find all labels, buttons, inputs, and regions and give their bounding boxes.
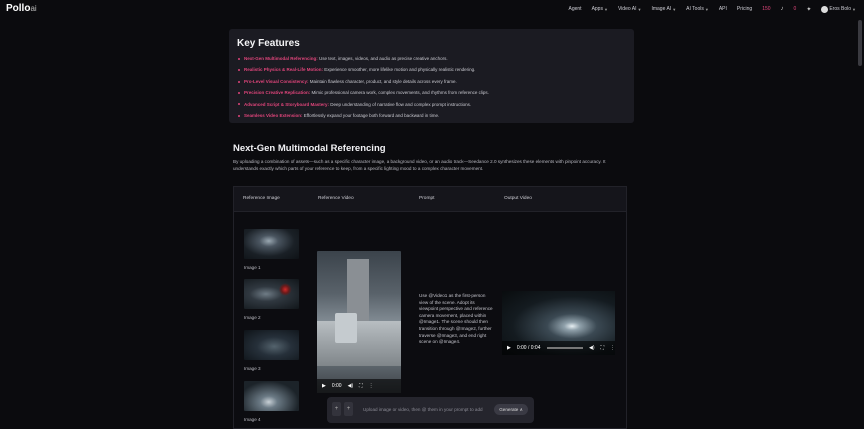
reference-video-player[interactable]: ▶ 0:00 ◀) ⛶ ⋮ — [317, 251, 401, 393]
more-icon[interactable]: ⋮ — [610, 345, 615, 351]
nav-agent[interactable]: Agent — [568, 6, 581, 12]
fullscreen-icon[interactable]: ⛶ — [359, 383, 363, 389]
bell-icon[interactable]: ♪ — [781, 6, 784, 12]
chevron-down-icon: ▼ — [672, 6, 677, 12]
header-reference-video: Reference Video — [318, 196, 354, 201]
attach-video-icon[interactable]: + — [344, 402, 353, 416]
key-features-title: Key Features — [237, 38, 300, 49]
image-label: Image 4 — [244, 417, 261, 422]
nav-video-ai[interactable]: Video AI ▼ — [618, 6, 642, 12]
generate-button[interactable]: Generate ∧ — [494, 404, 528, 415]
list-item: Advanced Script & Storyboard Mastery: De… — [238, 99, 628, 110]
reference-image-4[interactable] — [244, 381, 299, 411]
list-item: Realistic Physics & Real-Life Motion: Ex… — [238, 64, 628, 75]
more-icon[interactable]: ⋮ — [369, 383, 374, 389]
image-label: Image 1 — [244, 265, 261, 270]
header-reference-image: Reference Image — [243, 196, 280, 201]
progress-bar[interactable] — [546, 347, 583, 349]
section-description: By uploading a combination of assets—suc… — [233, 159, 606, 172]
table-header: Reference Image Reference Video Prompt O… — [234, 187, 626, 212]
list-item: Next-Gen Multimodal Referencing: Use tex… — [238, 53, 628, 64]
top-navbar: Polloai Agent Apps ▼ Video AI ▼ Image AI ▼ … — [0, 0, 864, 18]
chevron-down-icon: ▼ — [704, 6, 709, 12]
nav-image-ai[interactable]: Image AI ▼ — [651, 6, 676, 12]
chevron-down-icon: ▼ — [637, 6, 642, 12]
pollo-logo[interactable]: Polloai — [6, 3, 37, 14]
video-controls: ▶ 0:00 / 0:04 ◀) ⛶ ⋮ — [502, 341, 615, 355]
reference-image-2[interactable] — [244, 279, 299, 309]
user-menu[interactable]: Eros Bolo ▼ — [821, 5, 856, 13]
output-video-player[interactable]: ▶ 0:00 / 0:04 ◀) ⛶ ⋮ — [502, 291, 615, 355]
video-controls: ▶ 0:00 ◀) ⛶ ⋮ — [317, 379, 401, 393]
credits-badge[interactable]: 150 — [762, 6, 770, 12]
credits-count: 0 — [793, 6, 797, 12]
attach-image-icon[interactable]: + — [332, 402, 341, 416]
list-item: Pro-Level Visual Consistency: Maintain f… — [238, 76, 628, 87]
nav-pricing[interactable]: Pricing — [737, 6, 752, 12]
list-item: Seamless Video Extension: Effortlessly e… — [238, 110, 628, 121]
gift-icon[interactable]: ✦ — [806, 6, 811, 13]
volume-icon[interactable]: ◀) — [348, 383, 354, 389]
main-nav: Agent Apps ▼ Video AI ▼ Image AI ▼ AI Tools… — [568, 0, 856, 18]
features-list: Next-Gen Multimodal Referencing: Use tex… — [238, 53, 628, 121]
example-table: Reference Image Reference Video Prompt O… — [233, 186, 627, 429]
video-time: 0:00 / 0:04 — [516, 345, 541, 351]
volume-icon[interactable]: ◀) — [589, 345, 595, 351]
key-features-panel: Key Features Next-Gen Multimodal Referen… — [229, 29, 634, 123]
fullscreen-icon[interactable]: ⛶ — [600, 345, 604, 351]
image-label: Image 2 — [244, 315, 261, 320]
chevron-down-icon: ▼ — [603, 6, 608, 12]
section-title: Next-Gen Multimodal Referencing — [233, 143, 386, 154]
nav-ai-tools[interactable]: AI Tools ▼ — [686, 6, 709, 12]
nav-api[interactable]: API — [719, 6, 727, 12]
header-prompt: Prompt — [419, 196, 435, 201]
video-time: 0:00 — [331, 383, 342, 389]
image-label: Image 3 — [244, 366, 261, 371]
nav-apps[interactable]: Apps ▼ — [592, 6, 608, 12]
reference-image-1[interactable] — [244, 229, 299, 259]
prompt-text: Use @Video1 as the first-person view of … — [419, 293, 493, 345]
reference-image-3[interactable] — [244, 330, 299, 360]
prompt-input[interactable]: Upload image or video, then @ them in yo… — [363, 407, 483, 412]
play-icon[interactable]: ▶ — [507, 345, 511, 351]
avatar — [821, 5, 829, 13]
list-item: Precision Creative Replication: Mimic pr… — [238, 87, 628, 98]
chevron-down-icon: ▼ — [852, 6, 856, 12]
play-icon[interactable]: ▶ — [322, 383, 326, 389]
header-output-video: Output Video — [504, 196, 532, 201]
prompt-input-bar[interactable]: + + Upload image or video, then @ them i… — [327, 397, 534, 423]
scrollbar[interactable] — [858, 20, 862, 66]
